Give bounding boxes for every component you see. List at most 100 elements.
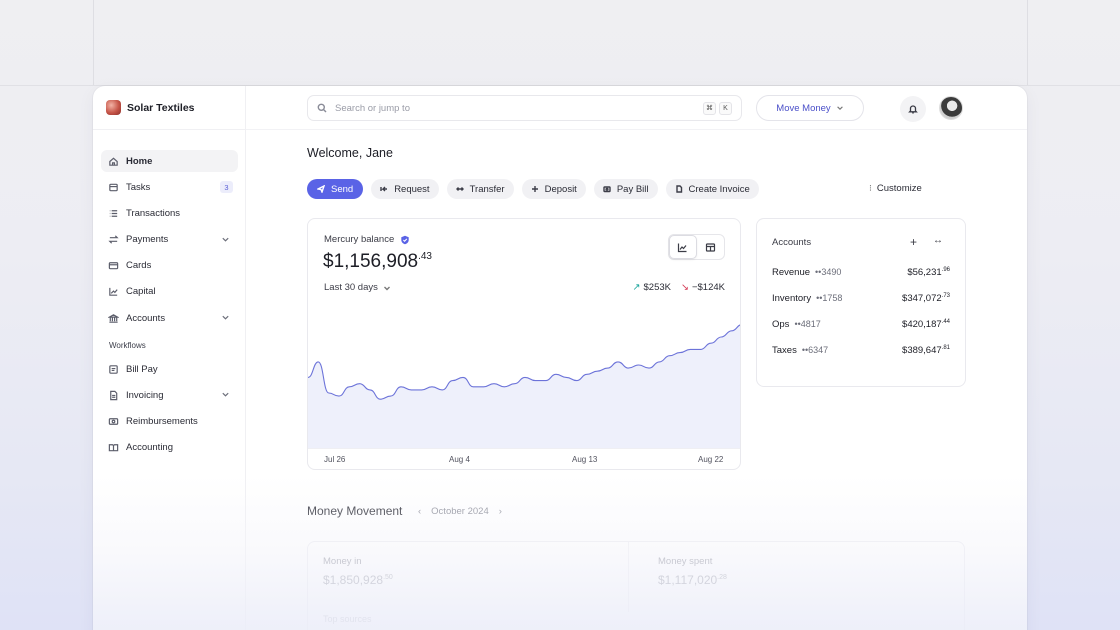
account-number: ••1758 bbox=[816, 293, 843, 303]
app-window: Solar Textiles Home Tasks 3 Transactions… bbox=[93, 86, 1027, 630]
sidebar-item-cards[interactable]: Cards bbox=[101, 255, 238, 277]
plus-icon[interactable]: + bbox=[910, 235, 917, 249]
chevron-down-icon[interactable] bbox=[221, 313, 230, 322]
account-name: Taxes bbox=[772, 344, 797, 356]
create-invoice-label: Create Invoice bbox=[688, 183, 750, 195]
bill-icon bbox=[109, 364, 118, 374]
request-icon bbox=[380, 186, 388, 192]
plus-icon bbox=[531, 186, 538, 192]
balance-label-row: Mercury balance bbox=[324, 234, 410, 245]
period-label: Last 30 days bbox=[324, 282, 378, 293]
brand-name: Solar Textiles bbox=[127, 101, 195, 114]
balance-chart[interactable] bbox=[308, 309, 741, 449]
month-label: October 2024 bbox=[431, 506, 489, 517]
outflow-text: −$124K bbox=[691, 282, 725, 293]
sidebar-item-accounting[interactable]: Accounting bbox=[101, 437, 238, 459]
chevron-down-icon[interactable] bbox=[221, 235, 230, 244]
customize-button[interactable]: ⁝ Customize bbox=[869, 183, 922, 194]
account-balance-main: $56,231 bbox=[907, 266, 942, 278]
account-row[interactable]: Inventory ••1758 $347,072.73 bbox=[772, 291, 950, 305]
period-selector[interactable]: Last 30 days bbox=[324, 282, 391, 293]
arrow-down-right-icon: ↘ bbox=[681, 282, 689, 293]
balance-amount-cents: .43 bbox=[418, 251, 432, 262]
more-vertical-icon: ⁝ bbox=[869, 183, 872, 193]
search-input[interactable] bbox=[335, 102, 700, 114]
accounts-card: Accounts + ↔ Revenue ••3490 $56,231.96 I… bbox=[756, 218, 966, 387]
money-spent-value: $1,117,020.28 bbox=[658, 573, 727, 587]
notifications-button[interactable] bbox=[900, 96, 926, 122]
money-in-label: Money in bbox=[323, 556, 362, 567]
sidebar-item-transactions[interactable]: Transactions bbox=[101, 202, 238, 224]
sidebar: Solar Textiles Home Tasks 3 Transactions… bbox=[93, 86, 246, 630]
avatar[interactable] bbox=[939, 96, 963, 120]
money-spent-label: Money spent bbox=[658, 556, 713, 567]
top-sources-label: Top sources bbox=[323, 614, 372, 624]
sidebar-item-capital[interactable]: Capital bbox=[101, 281, 238, 303]
inflow-value: ↗ $253K bbox=[633, 282, 671, 293]
account-balance-main: $347,072 bbox=[902, 292, 942, 304]
tasks-icon bbox=[109, 183, 118, 191]
brand-logo bbox=[106, 100, 121, 115]
request-button[interactable]: Request bbox=[371, 179, 439, 199]
sidebar-item-payments[interactable]: Payments bbox=[101, 229, 238, 251]
search-bar[interactable]: ⌘ K bbox=[307, 95, 742, 121]
verified-badge-icon bbox=[401, 235, 409, 244]
card-icon bbox=[108, 262, 119, 270]
money-spent-main: $1,117,020 bbox=[658, 573, 718, 587]
sidebar-item-invoicing[interactable]: Invoicing bbox=[101, 384, 238, 406]
sidebar-item-bill-pay[interactable]: Bill Pay bbox=[101, 358, 238, 380]
x-tick-label: Jul 26 bbox=[324, 455, 346, 464]
quick-actions: Send Request Transfer Deposit Pay Bill C… bbox=[307, 179, 759, 199]
sidebar-item-tasks[interactable]: Tasks 3 bbox=[101, 176, 238, 198]
balance-label: Mercury balance bbox=[324, 234, 395, 245]
request-label: Request bbox=[394, 183, 430, 195]
chevron-down-icon[interactable] bbox=[221, 390, 230, 399]
sidebar-item-reimbursements[interactable]: Reimbursements bbox=[101, 411, 238, 433]
account-balance-cents: .73 bbox=[941, 292, 950, 299]
money-in-cents: .50 bbox=[383, 574, 393, 581]
account-balance: $420,187.44 bbox=[902, 319, 950, 330]
account-name: Ops bbox=[772, 318, 790, 330]
cash-flow-summary: ↗ $253K ↘ −$124K bbox=[633, 282, 725, 293]
money-in-summary: Money in $1,850,928.50 bbox=[323, 556, 393, 587]
move-money-button[interactable]: Move Money bbox=[756, 95, 864, 121]
chevron-left-icon[interactable]: ‹ bbox=[418, 506, 421, 517]
transfer-button[interactable]: Transfer bbox=[446, 179, 514, 199]
inflow-text: $253K bbox=[643, 282, 671, 293]
swap-icon bbox=[108, 235, 119, 244]
home-icon bbox=[109, 156, 118, 166]
sidebar-item-label: Tasks bbox=[126, 181, 151, 193]
document-icon bbox=[675, 185, 682, 193]
account-balance-cents: .81 bbox=[941, 344, 950, 351]
expand-icon[interactable]: ↔ bbox=[933, 235, 943, 249]
search-icon bbox=[317, 103, 327, 113]
line-chart-icon bbox=[678, 243, 687, 252]
month-selector: ‹ October 2024 › bbox=[418, 506, 502, 517]
cash-icon bbox=[108, 418, 119, 425]
chevron-right-icon[interactable]: › bbox=[499, 506, 502, 517]
sidebar-item-label: Invoicing bbox=[126, 389, 164, 401]
accounts-actions: + ↔ bbox=[910, 235, 943, 249]
deposit-button[interactable]: Deposit bbox=[521, 179, 586, 199]
account-balance: $389,647.81 bbox=[902, 345, 950, 356]
sidebar-item-label: Accounts bbox=[126, 312, 166, 324]
chevron-down-icon bbox=[383, 286, 390, 290]
x-tick-label: Aug 13 bbox=[572, 455, 598, 464]
pay-bill-button[interactable]: Pay Bill bbox=[593, 179, 658, 199]
sidebar-item-accounts[interactable]: Accounts bbox=[101, 307, 238, 329]
balance-card: Mercury balance $1,156,908.43 Last 30 da… bbox=[307, 218, 741, 470]
sidebar-item-label: Home bbox=[126, 155, 153, 167]
account-row[interactable]: Taxes ••6347 $389,647.81 bbox=[772, 343, 950, 357]
background-gridline bbox=[93, 0, 94, 86]
account-row[interactable]: Ops ••4817 $420,187.44 bbox=[772, 317, 950, 331]
create-invoice-button[interactable]: Create Invoice bbox=[665, 179, 759, 199]
table-view-button[interactable] bbox=[697, 235, 724, 259]
line-chart-view-button[interactable] bbox=[669, 235, 697, 259]
account-balance: $56,231.96 bbox=[907, 267, 950, 278]
send-button[interactable]: Send bbox=[307, 179, 364, 199]
sidebar-item-home[interactable]: Home bbox=[101, 150, 238, 172]
send-icon bbox=[317, 185, 325, 193]
brand[interactable]: Solar Textiles bbox=[106, 100, 195, 115]
account-row[interactable]: Revenue ••3490 $56,231.96 bbox=[772, 265, 950, 279]
sidebar-item-label: Reimbursements bbox=[126, 416, 198, 427]
